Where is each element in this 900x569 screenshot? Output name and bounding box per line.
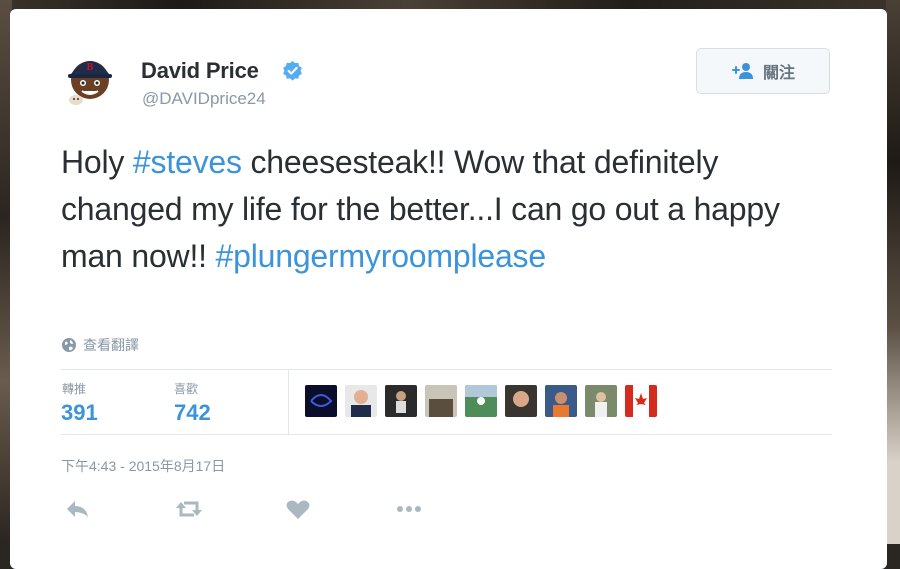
liker-avatar[interactable]: [465, 385, 497, 417]
globe-icon: [62, 338, 76, 352]
hashtag-link[interactable]: #steves: [133, 144, 242, 180]
retweet-button[interactable]: [174, 497, 204, 521]
more-icon: [397, 506, 421, 512]
follow-button[interactable]: 關注: [696, 48, 830, 94]
likes-label[interactable]: 喜歡: [174, 380, 198, 397]
author-handle[interactable]: @DAVIDprice24: [142, 89, 266, 109]
tweet-text: Holy #steves cheesesteak!! Wow that defi…: [61, 139, 841, 280]
reply-button[interactable]: [63, 497, 93, 521]
liker-avatar[interactable]: [545, 385, 577, 417]
liker-avatar[interactable]: [345, 385, 377, 417]
liker-avatar[interactable]: [505, 385, 537, 417]
author-name[interactable]: David Price: [141, 58, 259, 84]
tweet-timestamp[interactable]: 下午4:43 - 2015年8月17日: [61, 456, 225, 476]
follow-button-label: 關注: [762, 65, 795, 82]
add-user-icon: [731, 63, 753, 79]
divider: [61, 434, 832, 435]
liker-avatar[interactable]: [585, 385, 617, 417]
liker-avatar[interactable]: [425, 385, 457, 417]
divider: [288, 370, 289, 434]
svg-text:B: B: [87, 62, 94, 73]
heart-icon: [286, 500, 310, 519]
translate-link[interactable]: 查看翻譯: [61, 335, 139, 355]
retweets-count[interactable]: 391: [61, 400, 98, 426]
avatar[interactable]: B: [62, 50, 118, 106]
divider: [61, 369, 832, 370]
hashtag-link[interactable]: #plungermyroomplease: [216, 238, 547, 274]
translate-label: 查看翻譯: [83, 337, 139, 353]
background-edge-right: [886, 0, 900, 544]
retweet-icon: [176, 501, 202, 517]
liker-avatar[interactable]: [625, 385, 657, 417]
like-button[interactable]: [283, 497, 313, 521]
likers-avatars: [305, 385, 657, 417]
tweet-text-segment: Holy: [61, 144, 133, 180]
verified-badge-icon: [283, 60, 302, 81]
more-button[interactable]: [394, 497, 424, 521]
retweets-label[interactable]: 轉推: [62, 380, 86, 397]
likes-count[interactable]: 742: [174, 400, 211, 426]
liker-avatar[interactable]: [385, 385, 417, 417]
reply-icon: [67, 501, 88, 517]
liker-avatar[interactable]: [305, 385, 337, 417]
